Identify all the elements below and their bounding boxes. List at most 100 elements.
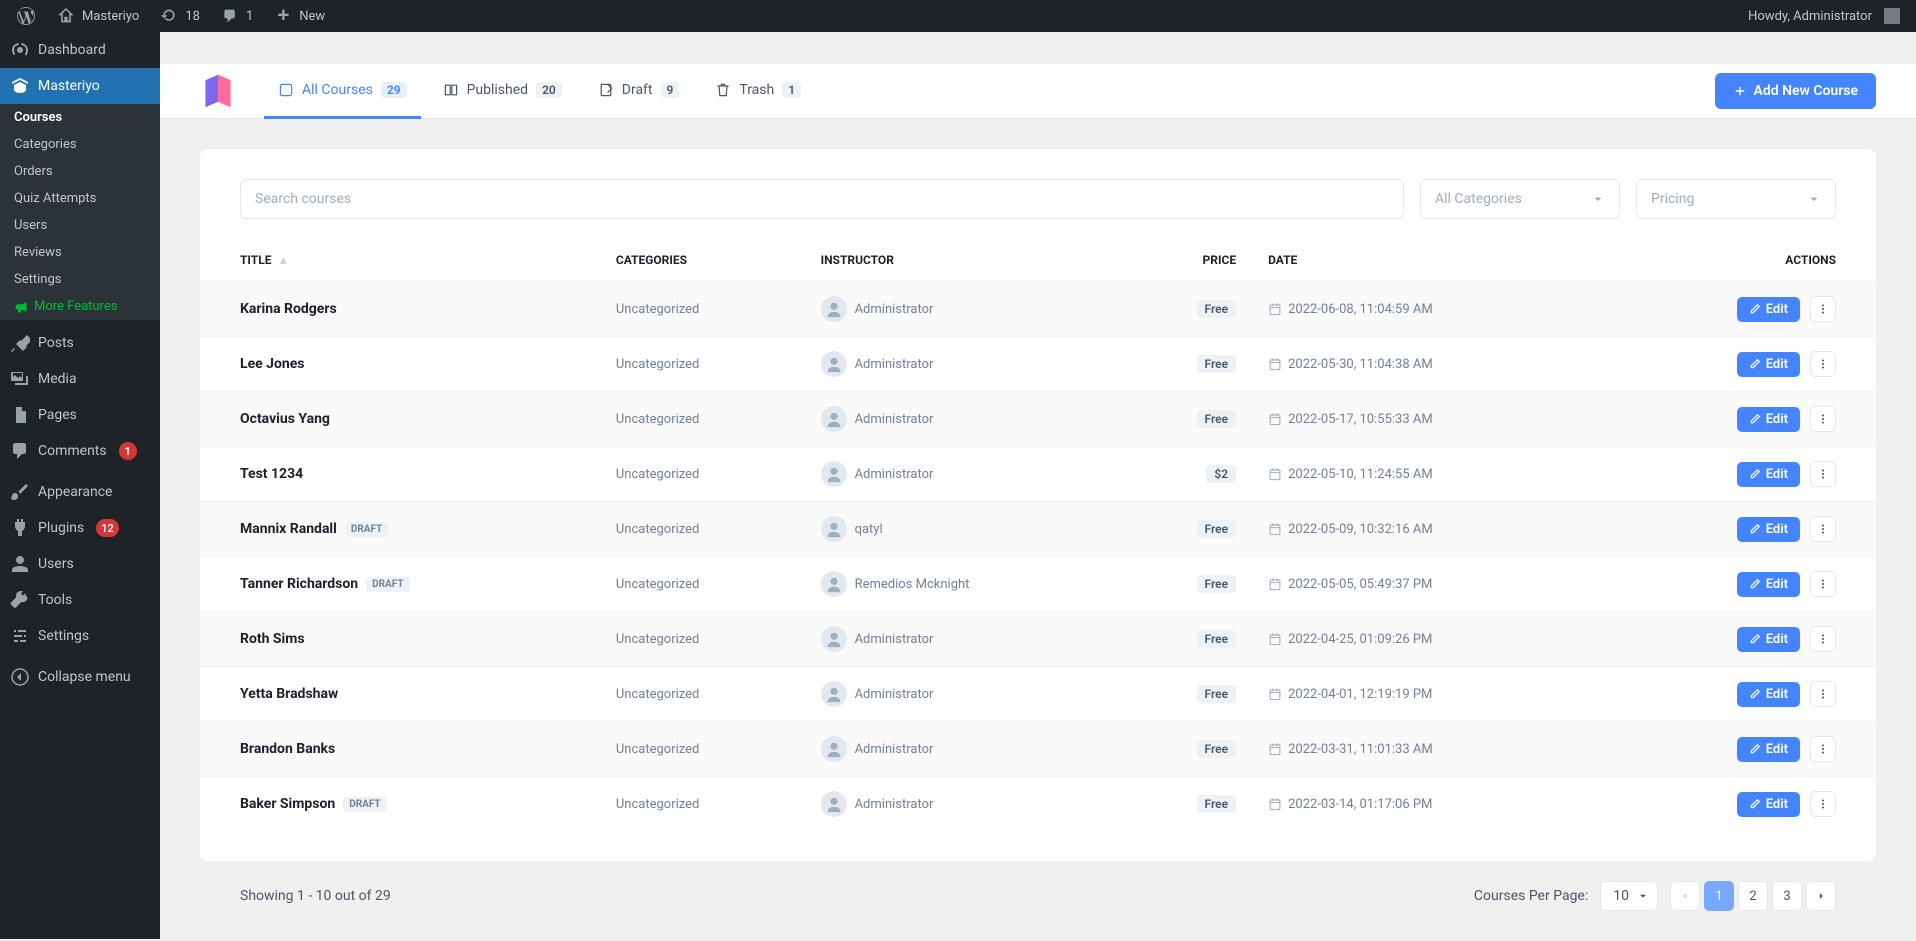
course-title[interactable]: Brandon Banks — [240, 741, 335, 757]
course-title[interactable]: Karina Rodgers — [240, 301, 337, 317]
edit-button[interactable]: Edit — [1737, 462, 1800, 487]
date-cell: 2022-03-31, 11:01:33 AM — [1268, 742, 1585, 757]
edit-button[interactable]: Edit — [1737, 407, 1800, 432]
list-icon — [278, 82, 294, 98]
sidebar-item-media[interactable]: Media — [0, 361, 160, 397]
sidebar-subitem-reviews[interactable]: Reviews — [0, 239, 160, 266]
sidebar-subitem-users[interactable]: Users — [0, 212, 160, 239]
edit-button[interactable]: Edit — [1737, 682, 1800, 707]
more-button[interactable] — [1810, 516, 1836, 542]
instructor-name: Administrator — [855, 742, 934, 757]
tab-all-courses[interactable]: All Courses29 — [264, 64, 421, 119]
sidebar-item-comments[interactable]: Comments1 — [0, 433, 160, 469]
wp-logo[interactable] — [8, 0, 44, 32]
sidebar-subitem-courses[interactable]: Courses — [0, 104, 160, 131]
more-button[interactable] — [1810, 461, 1836, 487]
category-cell: Uncategorized — [600, 337, 805, 392]
updates-link[interactable]: 18 — [151, 0, 208, 32]
col-title[interactable]: TITLE▲ — [200, 239, 600, 282]
sidebar-subitem-quiz[interactable]: Quiz Attempts — [0, 185, 160, 212]
masteriyo-logo[interactable] — [200, 73, 236, 109]
price-badge: $2 — [1206, 465, 1236, 483]
comment-icon — [10, 441, 30, 461]
site-name: Masteriyo — [82, 9, 139, 24]
more-button[interactable] — [1810, 791, 1836, 817]
prev-page[interactable] — [1670, 881, 1700, 911]
sidebar-item-masteriyo[interactable]: Masteriyo — [0, 68, 160, 104]
per-page-label: Courses Per Page: — [1474, 888, 1588, 904]
edit-button[interactable]: Edit — [1737, 737, 1800, 762]
page-2[interactable]: 2 — [1738, 881, 1768, 911]
course-title[interactable]: Octavius Yang — [240, 411, 330, 427]
course-title[interactable]: Test 1234 — [240, 466, 303, 482]
sidebar-item-appearance[interactable]: Appearance — [0, 474, 160, 510]
instructor-cell: Administrator — [821, 736, 1110, 762]
course-title[interactable]: Mannix Randall — [240, 521, 337, 537]
tabs-bar: All Courses29 Published20 Draft9 Trash1 … — [160, 64, 1916, 119]
edit-button[interactable]: Edit — [1737, 627, 1800, 652]
sidebar-item-users[interactable]: Users — [0, 546, 160, 582]
course-title[interactable]: Lee Jones — [240, 356, 305, 372]
more-button[interactable] — [1810, 626, 1836, 652]
edit-button[interactable]: Edit — [1737, 297, 1800, 322]
more-button[interactable] — [1810, 296, 1836, 322]
more-button[interactable] — [1810, 736, 1836, 762]
course-title[interactable]: Roth Sims — [240, 631, 305, 647]
trash-icon — [715, 82, 731, 98]
edit-button[interactable]: Edit — [1737, 572, 1800, 597]
sidebar-item-tools[interactable]: Tools — [0, 582, 160, 618]
draft-badge: DRAFT — [345, 522, 388, 537]
tab-draft[interactable]: Draft9 — [584, 64, 694, 119]
next-page[interactable] — [1806, 881, 1836, 911]
pricing-filter[interactable]: Pricing — [1636, 179, 1836, 219]
site-name-link[interactable]: Masteriyo — [48, 0, 147, 32]
account-link[interactable]: Howdy, Administrator — [1740, 0, 1908, 32]
categories-filter[interactable]: All Categories — [1420, 179, 1620, 219]
sidebar-subitem-categories[interactable]: Categories — [0, 131, 160, 158]
course-title[interactable]: Tanner Richardson — [240, 576, 358, 592]
plus-icon — [273, 6, 293, 26]
edit-button[interactable]: Edit — [1737, 792, 1800, 817]
price-badge: Free — [1197, 630, 1237, 648]
instructor-cell: Administrator — [821, 351, 1110, 377]
instructor-cell: qatyl — [821, 516, 1110, 542]
instructor-cell: Administrator — [821, 626, 1110, 652]
new-link[interactable]: New — [265, 0, 333, 32]
col-instructor: INSTRUCTOR — [805, 239, 1126, 282]
sidebar-item-posts[interactable]: Posts — [0, 325, 160, 361]
chevron-down-icon — [1637, 890, 1649, 902]
add-course-button[interactable]: Add New Course — [1715, 73, 1876, 109]
avatar — [821, 681, 847, 707]
search-input[interactable] — [240, 179, 1404, 219]
page-buttons: 1 2 3 — [1670, 881, 1836, 911]
comments-link[interactable]: 1 — [212, 0, 261, 32]
tab-published[interactable]: Published20 — [429, 64, 576, 119]
page-1[interactable]: 1 — [1704, 881, 1734, 911]
course-title[interactable]: Baker Simpson — [240, 796, 335, 812]
sidebar-item-plugins[interactable]: Plugins12 — [0, 510, 160, 546]
per-page-select[interactable]: 10 — [1600, 881, 1658, 911]
col-actions: ACTIONS — [1601, 239, 1876, 282]
edit-button[interactable]: Edit — [1737, 517, 1800, 542]
comment-icon — [220, 6, 240, 26]
edit-button[interactable]: Edit — [1737, 352, 1800, 377]
more-button[interactable] — [1810, 351, 1836, 377]
more-button[interactable] — [1810, 681, 1836, 707]
sidebar-item-collapse[interactable]: Collapse menu — [0, 659, 160, 695]
sidebar-item-settings[interactable]: Settings — [0, 618, 160, 654]
table-row: Baker SimpsonDRAFT Uncategorized Adminis… — [200, 777, 1876, 832]
sidebar-subitem-orders[interactable]: Orders — [0, 158, 160, 185]
calendar-icon — [1268, 522, 1282, 536]
sidebar-subitem-settings[interactable]: Settings — [0, 266, 160, 293]
more-button[interactable] — [1810, 406, 1836, 432]
course-title[interactable]: Yetta Bradshaw — [240, 686, 338, 702]
sidebar-item-pages[interactable]: Pages — [0, 397, 160, 433]
sidebar-item-dashboard[interactable]: Dashboard — [0, 32, 160, 68]
chevron-down-icon — [1807, 192, 1821, 206]
more-button[interactable] — [1810, 571, 1836, 597]
page-3[interactable]: 3 — [1772, 881, 1802, 911]
sidebar-subitem-more[interactable]: More Features — [0, 293, 160, 320]
calendar-icon — [1268, 357, 1282, 371]
tab-trash[interactable]: Trash1 — [701, 64, 815, 119]
avatar — [821, 791, 847, 817]
